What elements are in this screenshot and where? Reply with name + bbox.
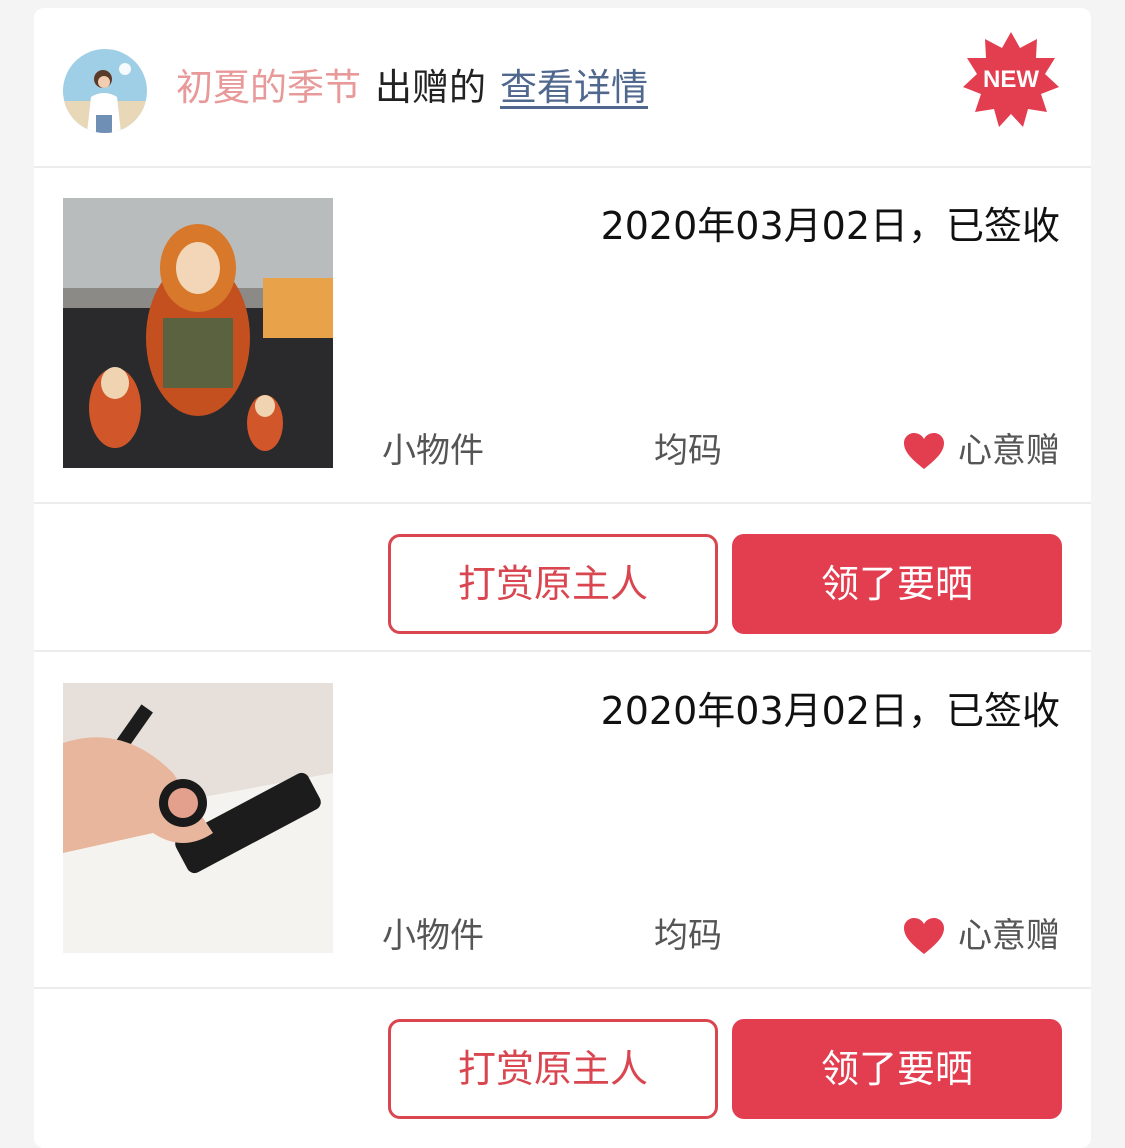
- claim-share-button[interactable]: 领了要晒: [732, 534, 1062, 634]
- username[interactable]: 初夏的季节: [176, 66, 361, 109]
- item-size: 均码: [654, 431, 722, 471]
- heart-icon: [904, 918, 944, 954]
- reward-owner-button[interactable]: 打赏原主人: [388, 534, 718, 634]
- item-actions: 打赏原主人 领了要晒: [34, 989, 1091, 1135]
- reward-owner-button[interactable]: 打赏原主人: [388, 1019, 718, 1119]
- header-text: 初夏的季节 出赠的 查看详情: [176, 60, 648, 116]
- item-photo[interactable]: [63, 198, 333, 468]
- item-size: 均码: [654, 916, 722, 956]
- gift-type-label: 心意赠: [958, 431, 1060, 471]
- item-gift-type: 心意赠: [902, 428, 1060, 474]
- new-starburst-icon: NEW: [961, 30, 1061, 130]
- item-category: 小物件: [382, 916, 484, 956]
- avatar[interactable]: [63, 49, 147, 133]
- item-photo[interactable]: [63, 683, 333, 953]
- item-date-status: 2020年03月02日，已签收: [600, 689, 1060, 733]
- item-actions: 打赏原主人 领了要晒: [34, 504, 1091, 652]
- item-gift-type: 心意赠: [902, 913, 1060, 959]
- new-badge-label: NEW: [983, 66, 1039, 93]
- card-header: 初夏的季节 出赠的 查看详情 NEW: [34, 8, 1091, 168]
- item-date-status: 2020年03月02日，已签收: [600, 204, 1060, 248]
- gift-item[interactable]: 2020年03月02日，已签收 小物件 均码 心意赠: [34, 168, 1091, 504]
- gift-item[interactable]: 2020年03月02日，已签收 小物件 均码 心意赠: [34, 653, 1091, 989]
- claim-share-button[interactable]: 领了要晒: [732, 1019, 1062, 1119]
- view-details-link[interactable]: 查看详情: [500, 66, 648, 109]
- header-verb: 出赠的: [375, 66, 486, 109]
- heart-icon: [904, 433, 944, 469]
- gift-card: 初夏的季节 出赠的 查看详情 NEW 2020年03月02日，已签收 小物件 均…: [34, 8, 1091, 1148]
- gift-type-label: 心意赠: [958, 916, 1060, 956]
- item-category: 小物件: [382, 431, 484, 471]
